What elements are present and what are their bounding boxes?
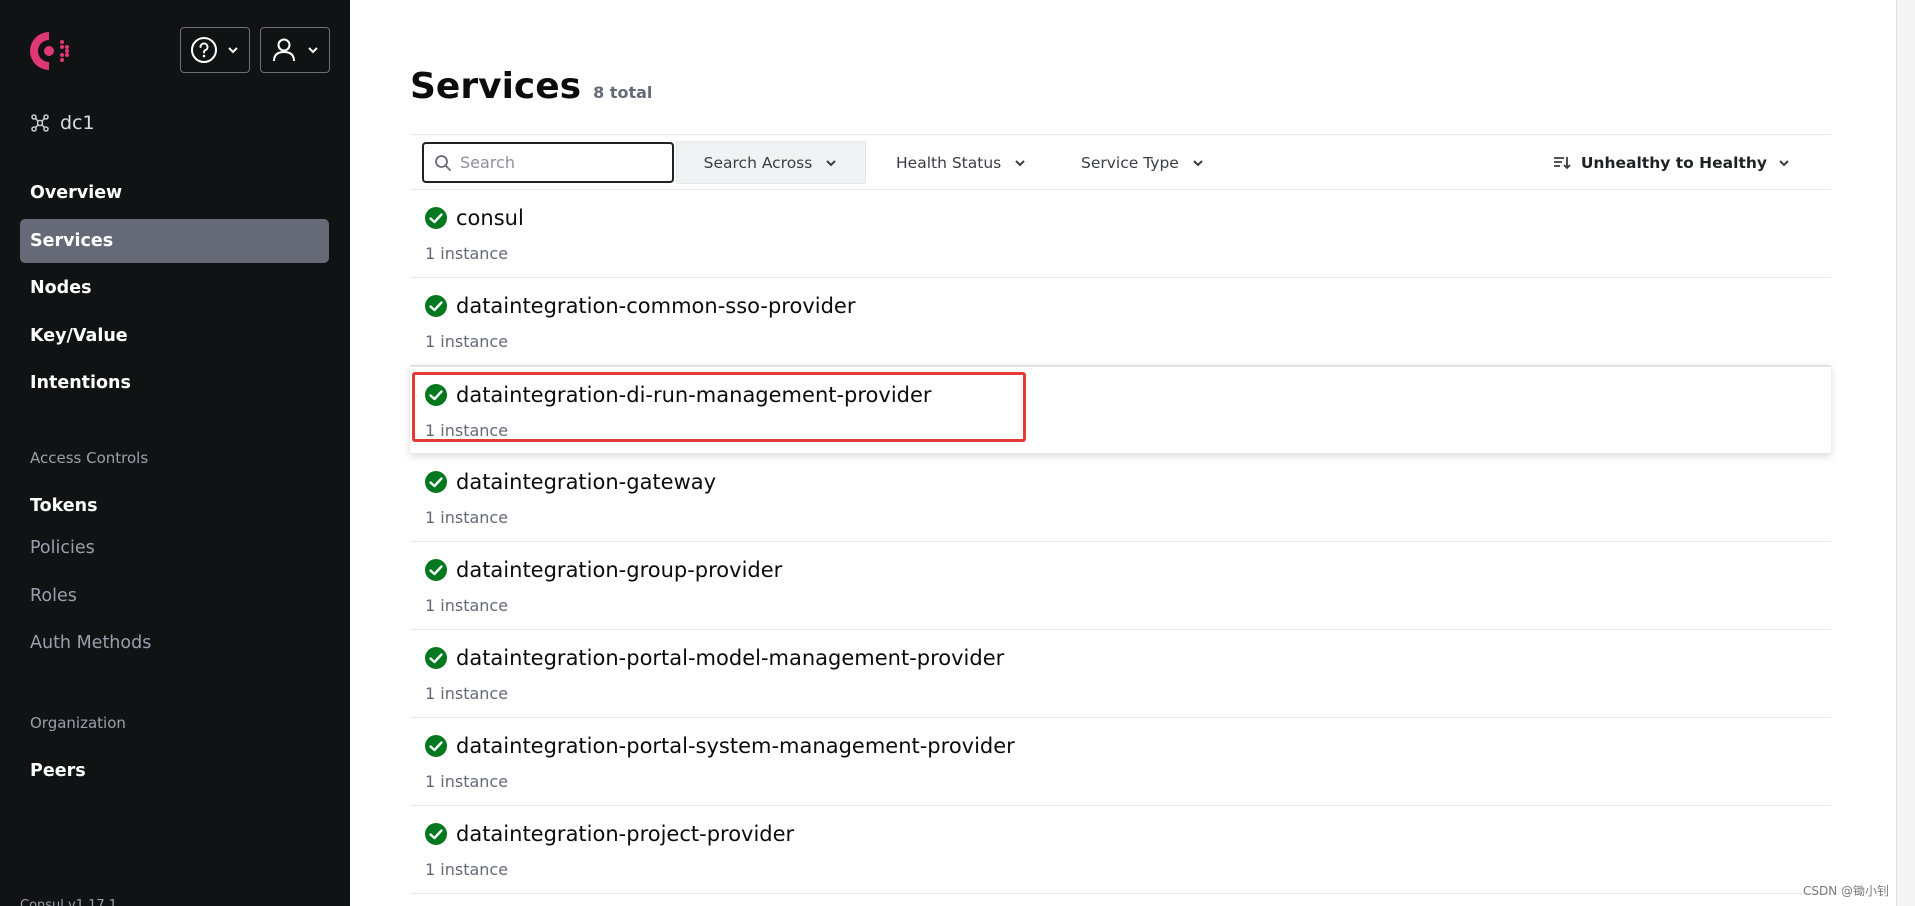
service-row[interactable]: dataintegration-common-sso-provider 1 in… xyxy=(410,278,1831,366)
service-name-link[interactable]: consul xyxy=(456,206,524,230)
service-name-link[interactable]: dataintegration-project-provider xyxy=(456,822,794,846)
service-row[interactable]: dataintegration-group-provider 1 instanc… xyxy=(410,542,1831,630)
chevron-down-icon xyxy=(1015,159,1025,166)
service-name-link[interactable]: dataintegration-di-run-management-provid… xyxy=(456,383,932,407)
health-status-filter[interactable]: Health Status xyxy=(896,141,1027,184)
instance-count: 1 instance xyxy=(425,684,509,703)
services-list: consul 1 instance dataintegration-common… xyxy=(410,190,1831,894)
service-row[interactable]: dataintegration-portal-system-management… xyxy=(410,718,1831,806)
service-row[interactable]: dataintegration-project-provider 1 insta… xyxy=(410,806,1831,894)
chevron-down-icon xyxy=(1779,159,1789,166)
service-row[interactable]: dataintegration-portal-model-management-… xyxy=(410,630,1831,718)
nav-peers[interactable]: Peers xyxy=(20,749,329,793)
chevron-down-icon xyxy=(228,47,238,54)
sort-label: Unhealthy to Healthy xyxy=(1580,153,1767,172)
service-type-filter[interactable]: Service Type xyxy=(1081,141,1205,184)
consul-logo-icon[interactable] xyxy=(26,28,76,74)
version-label: Consul v1.17.1 xyxy=(20,898,118,906)
scrollbar[interactable] xyxy=(1896,0,1915,906)
service-row[interactable]: dataintegration-di-run-management-provid… xyxy=(410,366,1831,454)
healthy-check-icon xyxy=(425,735,447,757)
search-input[interactable] xyxy=(460,153,660,172)
filter-toolbar: Search Across Health Status Service Type… xyxy=(410,134,1831,190)
chevron-down-icon xyxy=(1193,159,1203,166)
help-menu-button[interactable] xyxy=(180,27,250,73)
service-name-link[interactable]: dataintegration-portal-model-management-… xyxy=(456,646,1004,670)
nav-roles[interactable]: Roles xyxy=(20,574,329,618)
service-name-link[interactable]: dataintegration-group-provider xyxy=(456,558,782,582)
search-across-label: Search Across xyxy=(703,153,813,172)
instance-count: 1 instance xyxy=(425,772,509,791)
user-icon xyxy=(273,38,295,62)
search-box[interactable] xyxy=(422,142,674,183)
instance-count: 1 instance xyxy=(425,596,509,615)
instance-count: 1 instance xyxy=(425,421,509,440)
service-row[interactable]: consul 1 instance xyxy=(410,190,1831,278)
datacenter-label: dc1 xyxy=(60,112,95,134)
nav-policies[interactable]: Policies xyxy=(20,526,329,570)
instance-count: 1 instance xyxy=(425,860,509,879)
instance-count: 1 instance xyxy=(425,508,509,527)
search-across-dropdown[interactable]: Search Across xyxy=(676,141,866,184)
instance-count: 1 instance xyxy=(425,244,509,263)
service-name-link[interactable]: dataintegration-common-sso-provider xyxy=(456,294,855,318)
healthy-check-icon xyxy=(425,295,447,317)
nav-key-value[interactable]: Key/Value xyxy=(20,314,329,358)
nav-overview[interactable]: Overview xyxy=(20,171,329,215)
healthy-check-icon xyxy=(425,647,447,669)
instance-count: 1 instance xyxy=(425,332,509,351)
chevron-down-icon xyxy=(308,47,318,54)
user-menu-button[interactable] xyxy=(260,27,330,73)
sidebar: dc1 Overview Services Nodes Key/Value In… xyxy=(0,0,350,906)
healthy-check-icon xyxy=(425,823,447,845)
watermark-text: CSDN @锄小钊 xyxy=(1802,884,1889,898)
healthy-check-icon xyxy=(425,559,447,581)
page-title-text: Services xyxy=(410,66,582,107)
healthy-check-icon xyxy=(425,471,447,493)
service-name-link[interactable]: dataintegration-portal-system-management… xyxy=(456,734,1015,758)
datacenter-icon xyxy=(31,114,49,132)
access-controls-heading: Access Controls xyxy=(30,449,149,467)
services-total-count: 8 total xyxy=(593,83,653,102)
service-row[interactable]: dataintegration-gateway 1 instance xyxy=(410,454,1831,542)
search-icon xyxy=(435,154,451,171)
chevron-down-icon xyxy=(826,159,837,166)
page-title: Services 8 total xyxy=(410,66,652,107)
main-content: Services 8 total Search Across Health St… xyxy=(350,0,1896,906)
organization-heading: Organization xyxy=(30,714,126,732)
health-status-label: Health Status xyxy=(896,153,1002,172)
nav-services[interactable]: Services xyxy=(20,219,329,263)
nav-auth-methods[interactable]: Auth Methods xyxy=(20,621,329,665)
healthy-check-icon xyxy=(425,384,447,406)
nav-nodes[interactable]: Nodes xyxy=(20,266,329,310)
service-name-link[interactable]: dataintegration-gateway xyxy=(456,470,716,494)
datacenter-selector[interactable]: dc1 xyxy=(30,112,95,134)
healthy-check-icon xyxy=(425,207,447,229)
help-icon xyxy=(191,37,217,63)
sort-dropdown[interactable]: Unhealthy to Healthy xyxy=(1553,141,1791,184)
nav-intentions[interactable]: Intentions xyxy=(20,361,329,405)
nav-tokens[interactable]: Tokens xyxy=(20,484,329,528)
service-type-label: Service Type xyxy=(1081,153,1179,172)
sort-icon xyxy=(1553,156,1571,169)
